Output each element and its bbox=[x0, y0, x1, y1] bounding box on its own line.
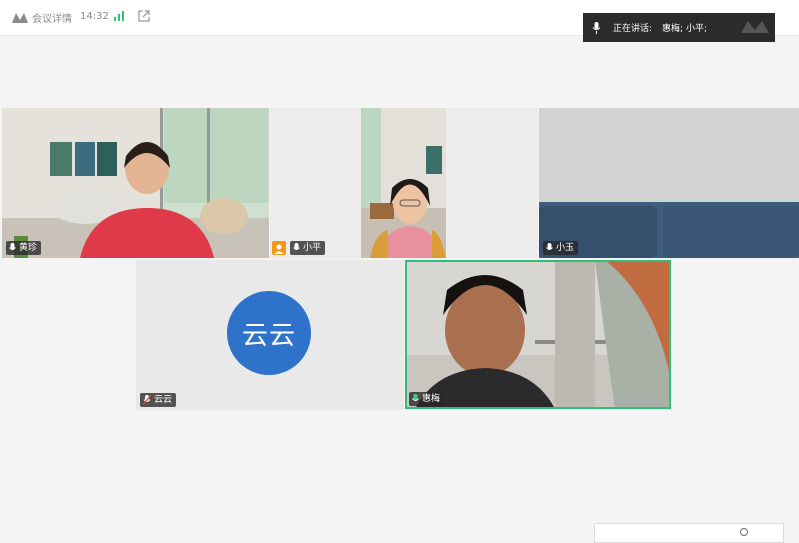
external-link-icon[interactable] bbox=[138, 10, 150, 22]
speaking-names: 惠梅; 小平; bbox=[662, 24, 707, 34]
participant-tag-yunyun: 云云 bbox=[140, 393, 177, 407]
meeting-details-button[interactable]: 会议详情 bbox=[12, 10, 72, 25]
video-feed-huimei bbox=[405, 260, 671, 409]
participant-name: 小平 bbox=[303, 243, 322, 253]
video-tile-huangzhen[interactable]: 黄珍 bbox=[2, 108, 269, 258]
participant-name: 黄珍 bbox=[19, 243, 38, 253]
participant-name: 小玉 bbox=[556, 243, 575, 253]
video-tile-xiaoping[interactable]: 小平 bbox=[270, 108, 538, 258]
speaking-indicator: 正在讲话: 惠梅; 小平; bbox=[583, 13, 775, 42]
meeting-details-label: 会议详情 bbox=[32, 14, 72, 25]
app-watermark-icon bbox=[741, 21, 769, 33]
signal-bars-icon[interactable] bbox=[113, 10, 125, 22]
avatar-text: 云云 bbox=[241, 320, 296, 351]
participant-tag-huimei: 惠梅 bbox=[409, 392, 445, 406]
participant-tag-huangzhen: 黄珍 bbox=[6, 241, 42, 255]
avatar: 云云 bbox=[227, 291, 311, 375]
video-feed-xiaoyu bbox=[539, 108, 799, 258]
participant-tag-xiaoping: 小平 bbox=[290, 241, 326, 255]
microphone-icon bbox=[592, 21, 601, 34]
video-feed-xiaoping bbox=[270, 108, 538, 258]
video-tile-xiaoyu[interactable]: 小玉 bbox=[539, 108, 799, 258]
app-logo-icon bbox=[12, 12, 28, 23]
panel-icon bbox=[740, 528, 748, 536]
video-tile-huimei[interactable]: 惠梅 bbox=[405, 260, 671, 409]
speaking-label: 正在讲话: bbox=[613, 24, 653, 34]
participant-tag-xiaoyu: 小玉 bbox=[543, 241, 579, 255]
microphone-icon bbox=[293, 243, 300, 250]
host-user-icon bbox=[274, 244, 284, 254]
bottom-panel[interactable] bbox=[594, 523, 784, 543]
video-feed-huangzhen bbox=[2, 108, 269, 258]
microphone-speaking-icon bbox=[412, 394, 419, 401]
meeting-time: 14:32 bbox=[80, 11, 109, 22]
participant-name: 云云 bbox=[154, 395, 173, 405]
host-badge bbox=[272, 241, 286, 255]
microphone-icon bbox=[546, 243, 553, 250]
microphone-icon bbox=[9, 243, 16, 250]
participant-name: 惠梅 bbox=[422, 394, 441, 404]
microphone-muted-icon bbox=[143, 395, 151, 405]
